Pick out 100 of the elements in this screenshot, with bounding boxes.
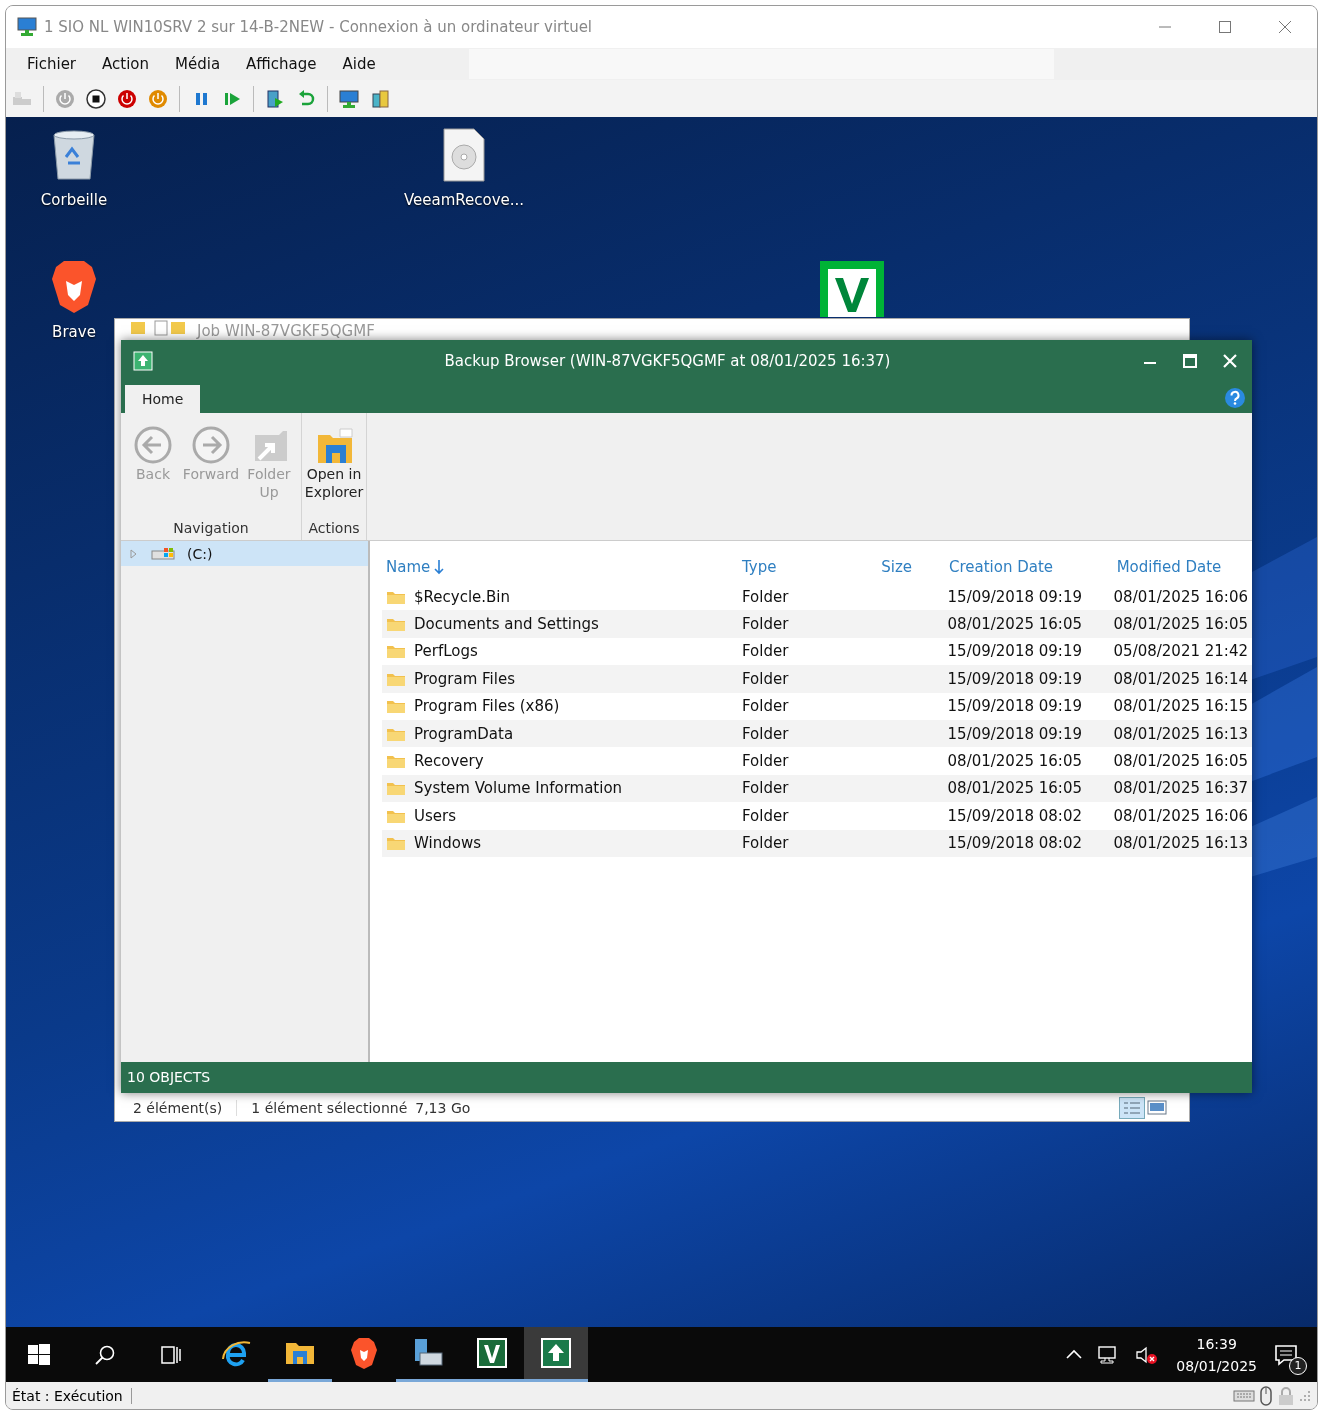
power-icon[interactable]: [148, 88, 168, 109]
table-cell-text: 15/09/2018 09:19: [946, 587, 1083, 606]
clock-date[interactable]: 08/01/2025: [1176, 1354, 1257, 1377]
open-in-explorer-button[interactable]: Open in Explorer: [306, 421, 362, 520]
veeam-logo-icon[interactable]: [819, 260, 885, 318]
clock-time[interactable]: 16:39: [1176, 1332, 1257, 1355]
sort-arrow-icon[interactable]: [434, 559, 445, 575]
column-header[interactable]: Creation Date: [916, 558, 1086, 576]
speaker-muted-icon[interactable]: [1135, 1344, 1160, 1365]
column-header[interactable]: Modified Date: [1086, 558, 1252, 576]
close-icon[interactable]: [1277, 19, 1293, 35]
resize-grip-icon[interactable]: [1299, 1389, 1311, 1402]
file-name: Windows: [414, 834, 481, 853]
table-cell-text: Folder: [741, 834, 790, 853]
monitor-icon[interactable]: [339, 88, 359, 109]
status-text: 7,13 Go: [415, 1099, 472, 1116]
menu-item[interactable]: Fichier: [14, 55, 90, 73]
ribbon-tab[interactable]: Home: [125, 385, 201, 413]
taskbar-button[interactable]: [524, 1327, 588, 1382]
table-cell-text: Folder: [741, 724, 790, 743]
status-text: État : Exécution: [12, 1387, 132, 1404]
table-cell-text: Folder: [741, 806, 790, 825]
table-cell-text: 15/09/2018 08:02: [946, 806, 1083, 825]
file-name: $Recycle.Bin: [414, 587, 511, 606]
table-cell-text: Folder: [741, 615, 790, 634]
file-name: Recovery: [414, 752, 484, 771]
table-cell-text: Folder: [741, 697, 790, 716]
table-cell-text: Folder: [741, 779, 790, 798]
window-title: Backup Browser (WIN-87VGKF5QGMF at 08/01/2025 16:37): [443, 352, 892, 370]
table-cell-text: 08/01/2025 16:05: [946, 752, 1083, 771]
group-label: Navigation: [172, 520, 250, 536]
file-name: Program Files: [414, 669, 515, 688]
window-title: Job WIN-87VGKF5QGMF: [197, 321, 375, 339]
file-name: System Volume Information: [414, 779, 623, 798]
server-drawing-icon: [412, 1337, 444, 1369]
table-cell-text: 15/09/2018 09:19: [946, 697, 1083, 716]
tree-item[interactable]: (C:): [121, 541, 368, 566]
column-header[interactable]: Type: [738, 558, 850, 576]
table-cell-text: 08/01/2025 16:05: [1112, 752, 1249, 771]
maximize-icon[interactable]: [1182, 353, 1198, 369]
table-cell-text: Folder: [741, 587, 790, 606]
table-cell-text: 08/01/2025 16:05: [1112, 615, 1249, 634]
table-cell-text: 15/09/2018 09:19: [946, 669, 1083, 688]
lion-logo-icon: [348, 1337, 380, 1369]
menu-item[interactable]: Aide: [329, 55, 389, 73]
window-title: 1 SIO NL WIN10SRV 2 sur 14-B-2NEW - Connexion à un ordinateur virtuel: [44, 18, 593, 36]
folder-icon: [386, 616, 406, 633]
app-icon: [133, 351, 153, 371]
folder-icon: [386, 698, 406, 715]
column-header[interactable]: Size: [850, 558, 916, 576]
table-cell-text: 08/01/2025 16:15: [1112, 697, 1249, 716]
mouse-icon: [1259, 1385, 1273, 1406]
file-name: ProgramData: [414, 724, 514, 743]
table-cell-text: Folder: [741, 669, 790, 688]
help-icon[interactable]: [1224, 386, 1246, 409]
folder-icon: [386, 753, 406, 770]
table-cell-text: 08/01/2025 16:13: [1112, 834, 1249, 853]
drive-icon: [151, 546, 175, 561]
server-icon[interactable]: [370, 88, 390, 109]
file-name: PerfLogs: [414, 642, 478, 661]
table-cell-text: 08/01/2025 16:05: [946, 779, 1083, 798]
power-icon[interactable]: [117, 88, 137, 109]
folder-icon: [386, 643, 406, 660]
table-cell-text: 15/09/2018 08:02: [946, 834, 1083, 853]
menu-item[interactable]: Affichage: [233, 55, 330, 73]
status-text: 10 OBJECTS: [121, 1062, 1252, 1093]
menu-item[interactable]: Action: [89, 55, 162, 73]
windows-start-icon[interactable]: [27, 1342, 51, 1367]
table-cell-text: 15/09/2018 09:19: [946, 642, 1083, 661]
table-cell-text: Folder: [741, 752, 790, 771]
table-cell-text: 08/01/2025 16:06: [1112, 806, 1249, 825]
table-cell-text: Folder: [741, 642, 790, 661]
padlock-icon: [1277, 1385, 1295, 1406]
table-cell-text: 08/01/2025 16:06: [1112, 587, 1249, 606]
notifications-button[interactable]: 1: [1267, 1334, 1307, 1375]
status-text: 2 élément(s): [133, 1099, 238, 1116]
table-cell-text: 08/01/2025 16:37: [1112, 779, 1249, 798]
table-cell-text: 08/01/2025 16:13: [1112, 724, 1249, 743]
table-cell-text: 05/08/2021 21:42: [1112, 642, 1249, 661]
file-name: Program Files (x86): [414, 697, 560, 716]
file-name: Documents and Settings: [414, 615, 599, 634]
menu-item[interactable]: Média: [162, 55, 234, 73]
icon-label[interactable]: VeeamRecove...: [403, 191, 525, 209]
icon-label[interactable]: Corbeille: [40, 191, 108, 209]
table-cell-text: 08/01/2025 16:14: [1112, 669, 1249, 688]
table-cell-text: 15/09/2018 09:19: [946, 724, 1083, 743]
keyboard-icon: [1233, 1388, 1255, 1403]
file-name: Users: [414, 806, 456, 825]
table-cell-text: 08/01/2025 16:05: [946, 615, 1083, 634]
veeam-logo-icon: [476, 1337, 508, 1369]
folder-icon: [386, 780, 406, 797]
column-header[interactable]: Name: [382, 558, 738, 576]
maximize-icon[interactable]: [1217, 19, 1233, 35]
notification-count: 1: [1289, 1356, 1307, 1375]
folder-icon: [386, 835, 406, 852]
icon-label[interactable]: Brave: [52, 323, 96, 341]
stop-icon[interactable]: [86, 88, 106, 109]
status-text: 1 élément sélectionné: [251, 1099, 409, 1116]
monitor-icon: [16, 17, 38, 37]
group-label: Actions: [307, 520, 361, 536]
